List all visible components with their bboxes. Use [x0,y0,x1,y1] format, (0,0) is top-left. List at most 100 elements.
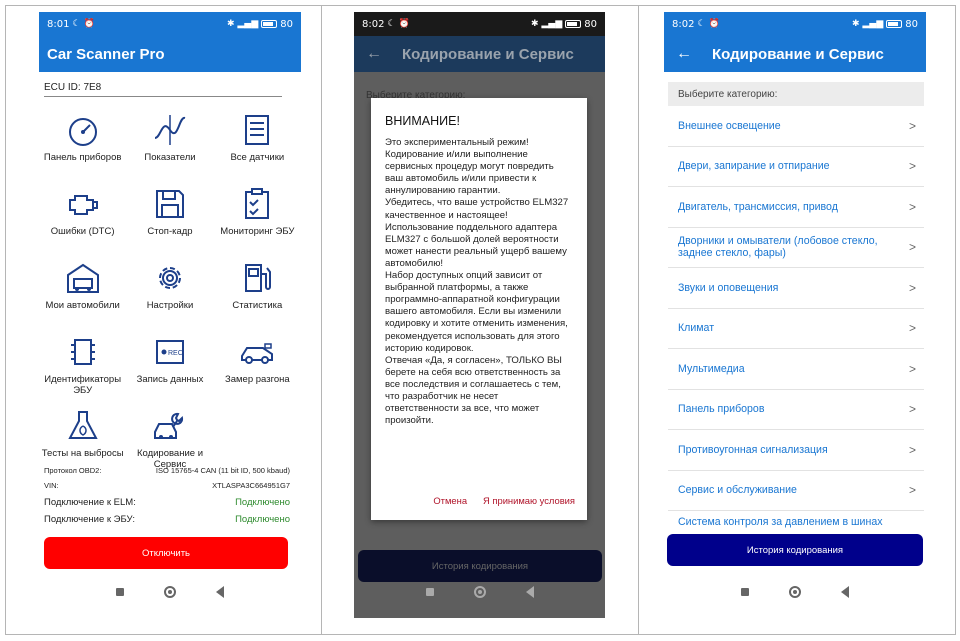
home-icon[interactable] [164,586,176,598]
cancel-button[interactable]: Отмена [433,495,467,506]
status-time: 8:02 [672,18,695,30]
app-title: Кодирование и Сервис [402,45,574,63]
home-icon[interactable] [789,586,801,598]
alarm-icon: ⏰ [708,19,720,29]
category-label: Внешнее освещение [678,119,781,132]
protocol-value: ISO 15765-4 CAN (11 bit ID, 500 kbaud) [155,466,290,475]
tile-data-recording[interactable]: REC Запись данных [126,334,213,400]
back-arrow-icon[interactable]: ← [676,45,692,63]
moon-icon: ☾ [697,19,706,29]
tile-ecu-monitoring[interactable]: Мониторинг ЭБУ [214,186,301,252]
disconnect-button[interactable]: Отключить [44,537,288,569]
navigation-bar [664,586,926,598]
race-car-icon [241,343,274,364]
chevron-right-icon: > [908,159,916,174]
category-label: Двери, запирание и отпирание [678,160,830,172]
app-bar: ← Кодирование и Сервис [354,36,605,72]
chevron-right-icon: > [908,118,916,133]
category-item[interactable]: Противоугонная сигнализация > [668,430,924,471]
home-icon[interactable] [473,586,486,598]
category-item[interactable]: Климат > [668,309,924,349]
tile-emission-tests[interactable]: Тесты на выбросы [39,408,126,474]
gear-icon [158,267,181,289]
category-label: Двигатель, трансмиссия, привод [678,200,838,213]
category-item[interactable]: Двигатель, трансмиссия, привод > [668,187,924,228]
record-icon: REC [155,340,184,364]
recents-icon[interactable] [425,588,434,596]
tile-acceleration[interactable]: Замер разгона [214,334,301,400]
category-item[interactable]: Система контроля за давлением в шинах [668,511,924,531]
tile-coding-service[interactable]: Кодирование и Сервис [126,408,213,474]
clipboard-check-icon [245,188,270,219]
tile-label: Показатели [144,152,196,163]
car-wrench-icon [153,412,183,439]
elm-connection-row: Подключение к ELM: Подключено [44,497,290,508]
battery-level: 80 [905,18,918,30]
back-icon[interactable] [525,586,534,598]
category-label: Климат [678,322,715,334]
tile-label: Все датчики [230,152,285,163]
recents-icon[interactable] [116,588,124,596]
app-bar: Car Scanner Pro [39,36,301,72]
protocol-row: Протокол OBD2: ISO 15765-4 CAN (11 bit I… [44,466,290,475]
category-label: Панель приборов [678,403,765,415]
accept-button[interactable]: Я принимаю условия [483,495,575,506]
chevron-right-icon: > [908,483,916,498]
tile-label: Ошибки (DTC) [50,226,115,237]
coding-history-button[interactable]: История кодирования [358,550,602,582]
tile-statistics[interactable]: Статистика [214,260,301,326]
chevron-right-icon: > [908,442,916,457]
category-label: Сервис и обслуживание [678,484,797,496]
tile-dtc[interactable]: Ошибки (DTC) [39,186,126,252]
status-bar: 8:01 ☾ ⏰ ✱ ▂▄▆ 80 [39,12,301,36]
recents-icon[interactable] [741,588,749,596]
tile-label: Мои автомобили [45,300,120,311]
warning-dialog: ВНИМАНИЕ! Это экспериментальный режим! К… [371,98,587,520]
engine-icon [68,195,98,215]
tile-label: Статистика [232,300,283,311]
tile-settings[interactable]: Настройки [126,260,213,326]
category-item[interactable]: Внешнее освещение > [668,106,924,147]
tile-label: Мониторинг ЭБУ [220,226,295,237]
phone-screen-categories: 8:02 ☾ ⏰ ✱ ▂▄▆ 80 ← Кодирование и Сервис Выб… [664,12,926,618]
moon-icon: ☾ [387,19,396,29]
tile-freeze-frame[interactable]: Стоп-кадр [126,186,213,252]
category-label: Дворники и омыватели (лобовое стекло, за… [678,234,878,260]
category-label: Звуки и оповещения [678,281,779,294]
frame-divider [321,5,322,635]
battery-icon [886,20,903,28]
category-item[interactable]: Двери, запирание и отпирание > [668,147,924,187]
tile-all-sensors[interactable]: Все датчики [214,112,301,178]
back-icon[interactable] [841,586,849,598]
ecu-connection-row: Подключение к ЭБУ: Подключено [44,514,290,525]
category-item[interactable]: Мультимедиа > [668,349,924,390]
category-item[interactable]: Дворники и омыватели (лобовое стекло, за… [668,228,924,268]
tile-indicators[interactable]: Показатели [126,112,213,178]
coding-history-button[interactable]: История кодирования [667,534,923,566]
tile-dashboard[interactable]: Панель приборов [39,112,126,178]
elm-connection-status: Подключено [235,497,290,508]
tile-label: Идентификаторы ЭБУ [44,374,122,396]
back-icon[interactable] [216,586,224,598]
bluetooth-icon: ✱ [226,19,235,29]
phone-screen-main-menu: 8:01 ☾ ⏰ ✱ ▂▄▆ 80 Car Scanner Pro ECU ID: 7E… [39,12,301,618]
tile-my-cars[interactable]: Мои автомобили [39,260,126,326]
category-label: Система контроля за давлением в шинах [678,516,883,528]
category-label: Противоугонная сигнализация [678,443,828,456]
category-item[interactable]: Сервис и обслуживание > [668,471,924,511]
chevron-right-icon: > [908,321,916,336]
category-item[interactable]: Панель приборов > [668,390,924,430]
chip-icon [70,339,95,365]
dialog-body: Это экспериментальный режим! Кодирование… [385,137,569,427]
battery-icon [565,20,582,28]
category-item[interactable]: Звуки и оповещения > [668,268,924,309]
phone-screen-warning-dialog: 8:02 ☾ ⏰ ✱ ▂▄▆ 80 ← Кодирование и Сервис Выб… [354,12,605,618]
garage-icon [66,263,99,293]
tile-ecu-identifiers[interactable]: Идентификаторы ЭБУ [39,334,126,400]
dialog-title: ВНИМАНИЕ! [385,114,460,128]
back-arrow-icon[interactable]: ← [366,45,382,63]
elm-connection-label: Подключение к ELM: [44,497,136,508]
bluetooth-icon: ✱ [530,19,539,29]
list-icon [245,115,270,145]
ecu-connection-label: Подключение к ЭБУ: [44,514,135,525]
